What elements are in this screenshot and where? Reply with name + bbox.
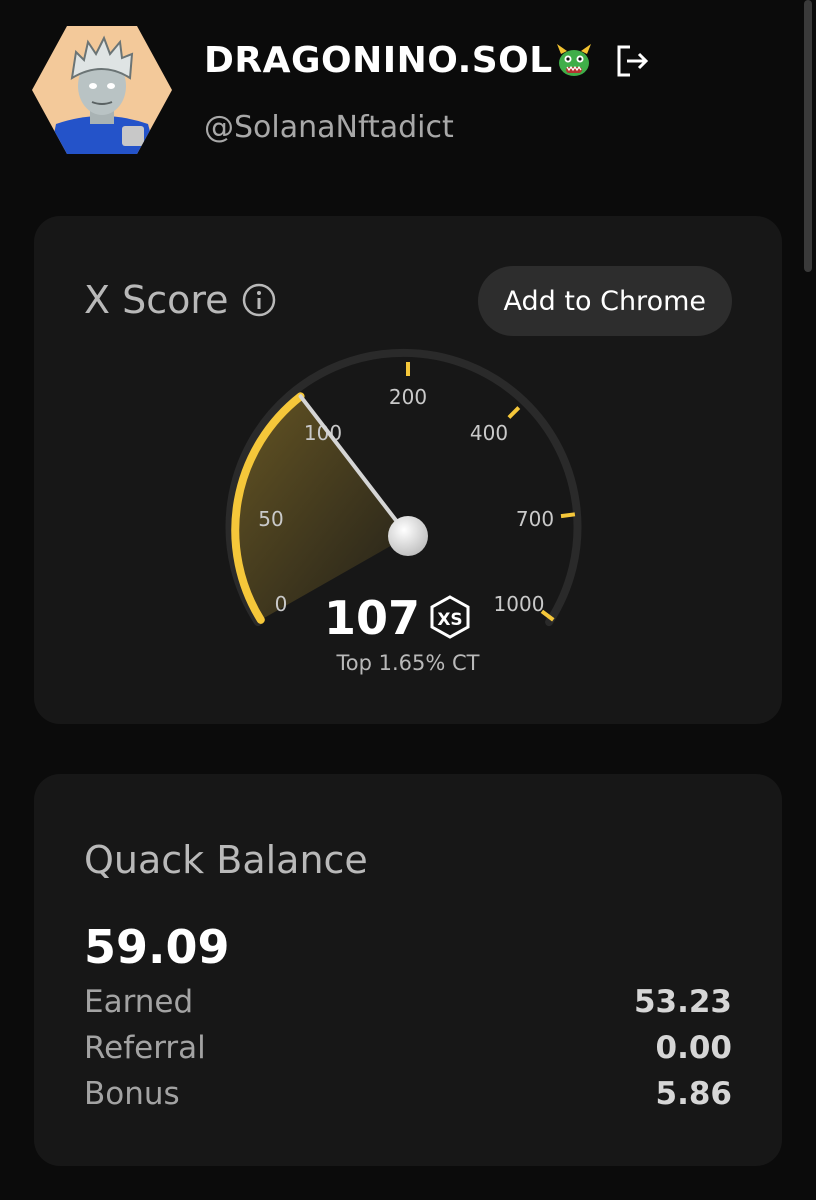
gauge-tick-50: 50 [258,507,283,531]
balance-row-earned: Earned 53.23 [84,984,732,1020]
gauge-tick-mark-700 [560,512,576,519]
svg-text:XS: XS [437,610,462,630]
gauge-tick-700: 700 [516,507,554,531]
logout-icon[interactable] [613,41,653,81]
dragon-emoji-icon [556,43,591,76]
gauge-tick-0: 0 [275,592,288,616]
balance-row-value: 53.23 [633,984,732,1020]
gauge-tick-200: 200 [389,385,427,409]
profile-header: DRAGONINO.SOL @SolanaNftadict [32,26,792,156]
balance-row-value: 0.00 [655,1030,733,1066]
gauge-tick-1000: 1000 [494,592,545,616]
name-row: DRAGONINO.SOL [204,40,653,81]
balance-total: 59.09 [84,920,230,974]
xscore-card: X Score Add to Chrome 0 50 100 200 400 7… [34,216,782,724]
balance-row-label: Referral [84,1030,206,1066]
balance-row-value: 5.86 [655,1076,733,1112]
gauge-tick-mark-400 [507,406,521,419]
balance-row-label: Earned [84,984,194,1020]
avatar [32,26,172,154]
score-value: 107 [324,591,420,645]
balance-row-referral: Referral 0.00 [84,1030,732,1066]
user-handle: @SolanaNftadict [204,110,454,145]
balance-title: Quack Balance [84,838,368,882]
xs-badge-icon: XS [430,595,470,639]
balance-row-bonus: Bonus 5.86 [84,1076,732,1112]
balance-card: Quack Balance 59.09 Earned 53.23 Referra… [34,774,782,1166]
score-gauge: 0 50 100 200 400 700 1000 107 XS Top 1.6… [225,348,582,675]
balance-row-label: Bonus [84,1076,180,1112]
gauge-knob [388,516,428,556]
score-rank: Top 1.65% CT [336,651,480,675]
display-name: DRAGONINO.SOL [204,40,553,81]
page-scrollbar[interactable] [804,0,812,272]
gauge-tick-400: 400 [470,421,508,445]
